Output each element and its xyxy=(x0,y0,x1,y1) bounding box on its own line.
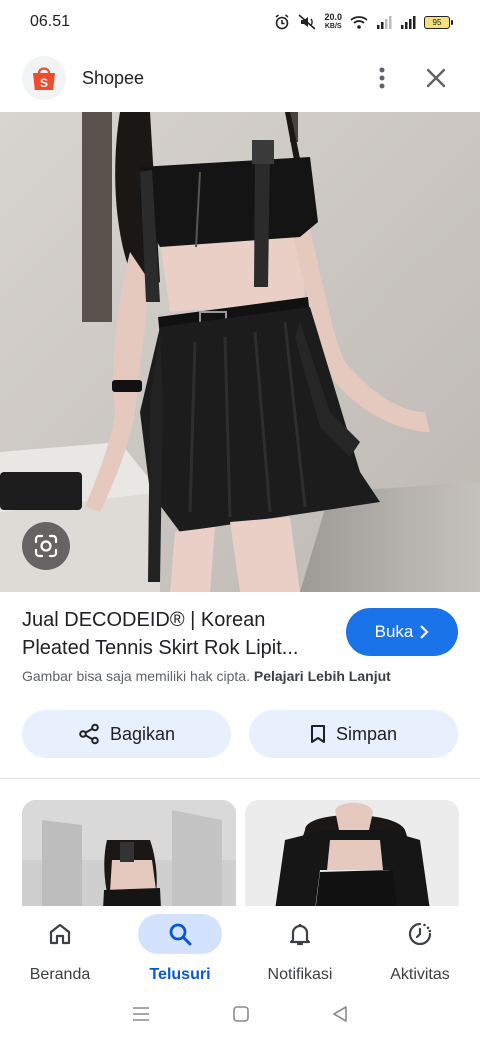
activity-icon xyxy=(408,922,432,946)
product-image[interactable] xyxy=(0,112,480,592)
close-button[interactable] xyxy=(414,56,458,100)
chevron-right-icon xyxy=(420,625,429,639)
open-button-label: Buka xyxy=(374,622,414,641)
more-options-button[interactable] xyxy=(360,56,404,100)
alarm-icon xyxy=(274,14,290,30)
search-icon xyxy=(169,923,192,946)
open-button[interactable]: Buka xyxy=(346,608,458,656)
net-speed-unit: KB/S xyxy=(324,23,342,30)
related-image[interactable] xyxy=(245,800,459,908)
battery-icon: 95 xyxy=(424,15,453,29)
nav-label-notifikasi: Notifikasi xyxy=(267,966,333,983)
more-vert-icon xyxy=(379,67,385,89)
learn-more-link[interactable]: Pelajari Lebih Lanjut xyxy=(254,668,391,684)
status-time: 06.51 xyxy=(30,13,71,30)
bookmark-icon xyxy=(310,725,325,743)
save-label: Simpan xyxy=(335,723,398,744)
home-icon xyxy=(49,923,71,945)
result-title-row: Jual DECODEID® | Korean Pleated Tennis S… xyxy=(22,606,462,662)
signal-icon-1 xyxy=(376,15,392,29)
nav-icon-wrap xyxy=(258,914,342,954)
lens-icon xyxy=(34,534,58,558)
recents-button[interactable] xyxy=(131,1006,151,1027)
action-buttons: Bagikan Simpan xyxy=(22,710,458,758)
menu-icon xyxy=(132,1006,149,1021)
nav-icon-wrap xyxy=(378,914,462,954)
share-icon xyxy=(79,723,99,745)
nav-item-beranda[interactable]: Beranda xyxy=(0,906,120,992)
close-icon xyxy=(426,68,446,88)
net-speed: 20.0 KB/S xyxy=(324,13,342,31)
product-title[interactable]: Jual DECODEID® | Korean Pleated Tennis S… xyxy=(22,606,332,662)
status-bar: 06.51 20.0 KB/S 95 xyxy=(0,0,480,44)
square-icon xyxy=(233,1005,249,1022)
share-label: Bagikan xyxy=(109,723,176,744)
back-triangle-icon xyxy=(333,1005,348,1022)
google-lens-button[interactable] xyxy=(22,522,70,570)
related-images xyxy=(0,800,480,908)
shopee-logo-icon: S xyxy=(22,56,66,100)
status-icons: 20.0 KB/S 95 xyxy=(274,13,453,31)
home-button[interactable] xyxy=(232,1005,250,1028)
nav-label-aktivitas: Aktivitas xyxy=(390,966,450,983)
system-navigation-bar xyxy=(0,992,480,1040)
copyright-notice: Gambar bisa saja memiliki hak cipta. Pel… xyxy=(22,668,391,684)
bottom-navigation: Beranda Telusuri Notifikasi Aktivitas xyxy=(0,906,480,992)
nav-icon-wrap xyxy=(18,914,102,954)
related-image[interactable] xyxy=(22,800,236,908)
nav-item-telusuri[interactable]: Telusuri xyxy=(120,906,240,992)
nav-item-aktivitas[interactable]: Aktivitas xyxy=(360,906,480,992)
nav-item-notifikasi[interactable]: Notifikasi xyxy=(240,906,360,992)
mute-icon xyxy=(298,14,316,30)
nav-label-telusuri: Telusuri xyxy=(149,966,211,983)
wifi-icon xyxy=(350,15,368,29)
copyright-text: Gambar bisa saja memiliki hak cipta. xyxy=(22,668,250,684)
nav-label-beranda: Beranda xyxy=(29,966,91,983)
back-button[interactable] xyxy=(331,1005,349,1028)
signal-icon-2 xyxy=(400,15,416,29)
nav-icon-wrap xyxy=(138,914,222,954)
divider xyxy=(0,778,480,779)
share-button[interactable]: Bagikan xyxy=(22,710,231,758)
save-button[interactable]: Simpan xyxy=(249,710,458,758)
app-header: S Shopee xyxy=(0,52,480,104)
app-title: Shopee xyxy=(82,67,145,88)
bell-icon xyxy=(289,924,311,946)
net-speed-value: 20.0 xyxy=(324,12,342,22)
svg-text:S: S xyxy=(40,76,48,90)
